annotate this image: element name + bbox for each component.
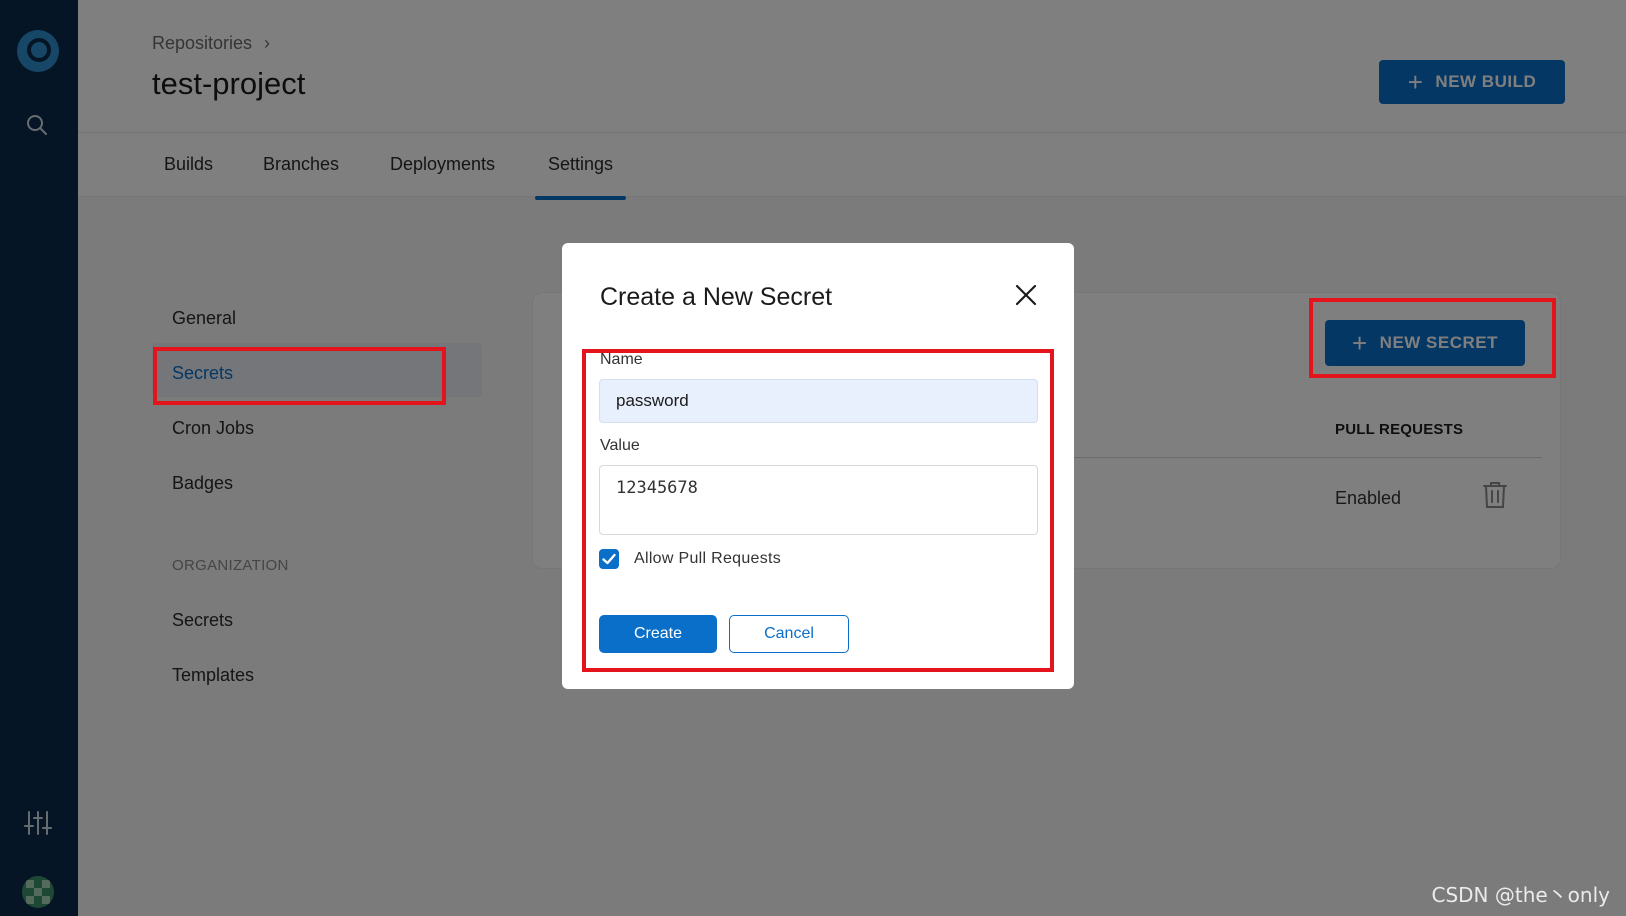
highlight-box-secrets-nav bbox=[153, 347, 446, 405]
highlight-box-dialog-form bbox=[582, 349, 1054, 672]
dialog-title: Create a New Secret bbox=[600, 283, 833, 311]
close-icon[interactable] bbox=[1014, 283, 1038, 307]
highlight-box-new-secret bbox=[1309, 298, 1556, 378]
watermark-text: CSDN @the丶only bbox=[1431, 883, 1610, 907]
